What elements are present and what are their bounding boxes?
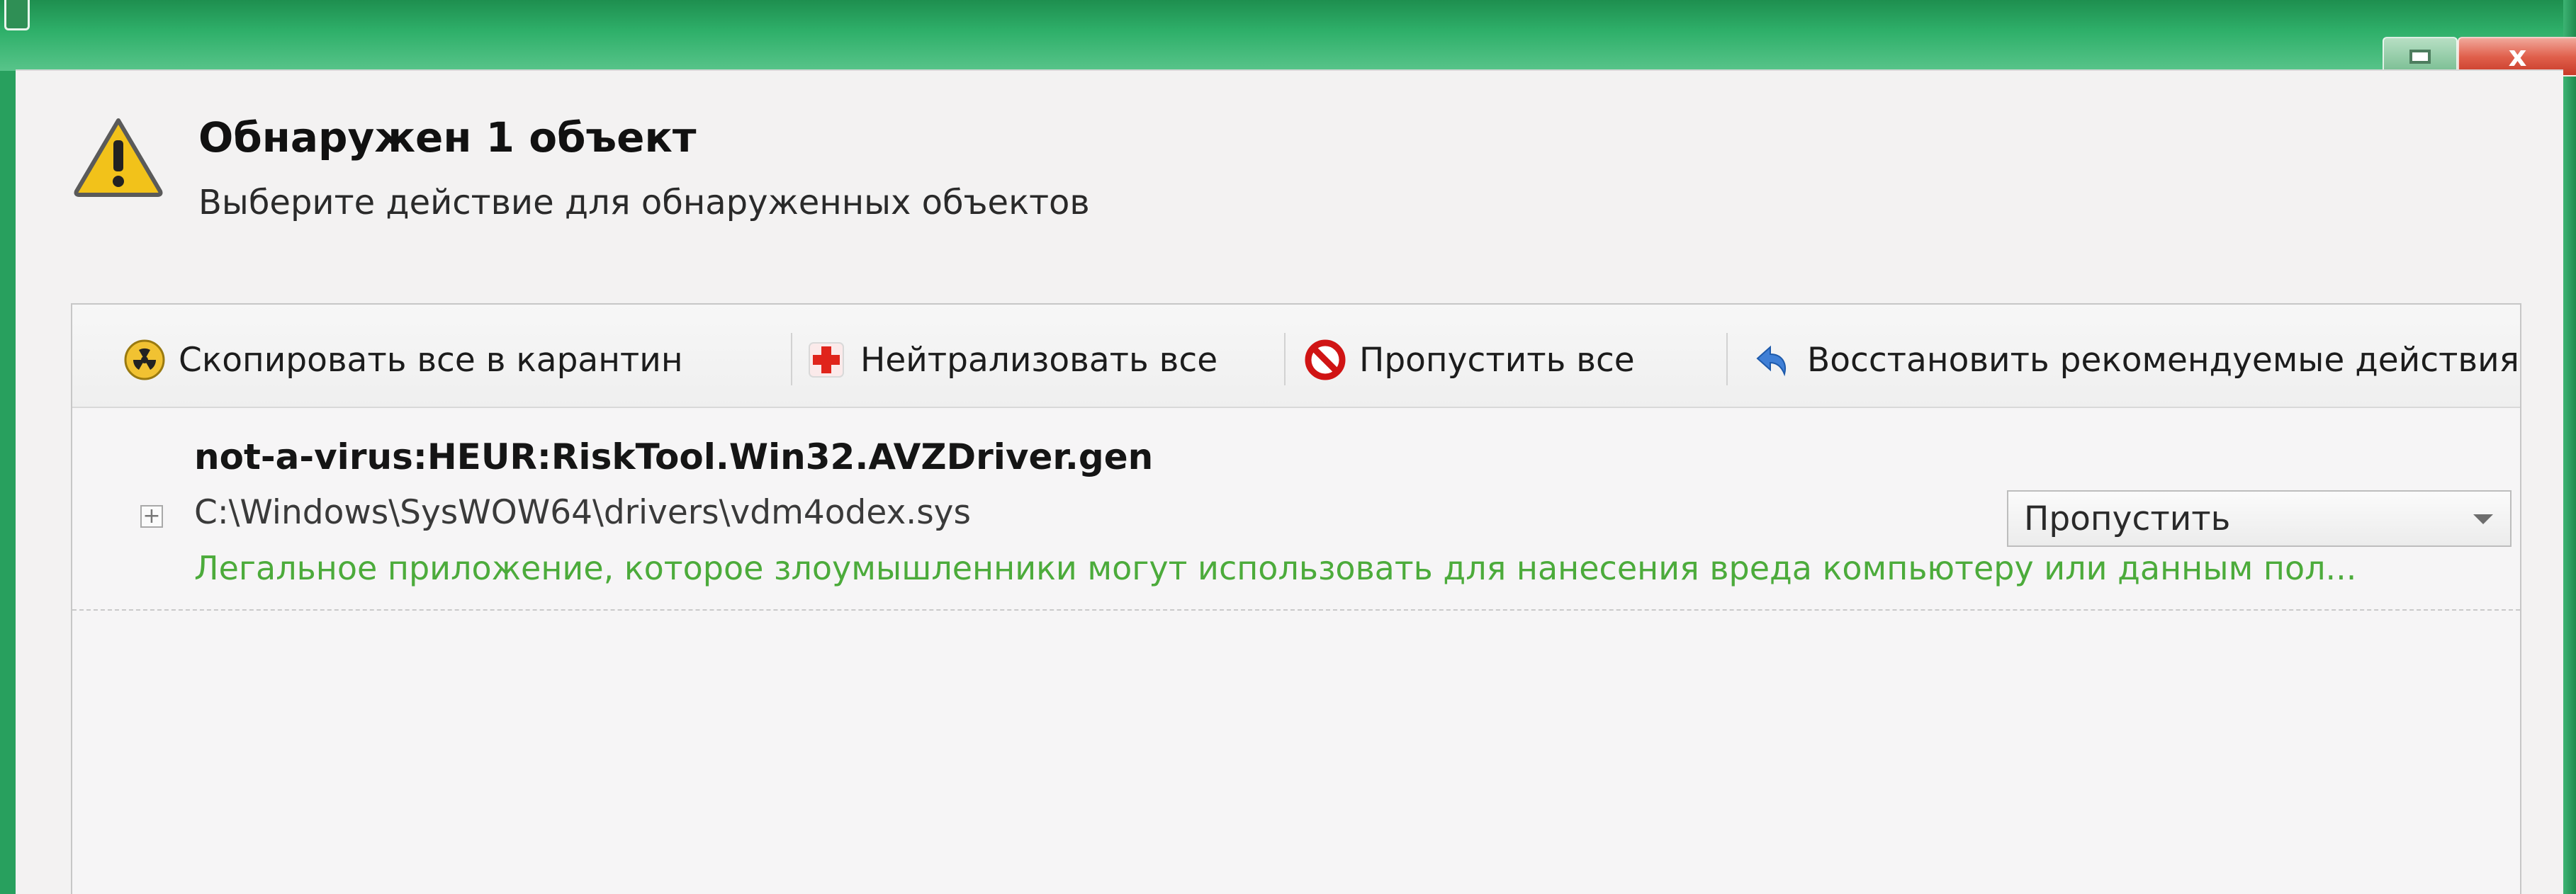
threat-file-path: C:\Windows\SysWOW64\drivers\vdm4odex.sys <box>194 493 971 532</box>
dialog-subtitle: Выберите действие для обнаруженных объек… <box>198 183 1090 222</box>
window-title-bar <box>0 0 2576 71</box>
close-icon: x <box>2508 40 2527 73</box>
plus-icon: + <box>142 504 161 528</box>
skip-all-label: Пропустить все <box>1359 340 1635 380</box>
threat-action-dropdown[interactable]: Пропустить <box>2007 490 2512 547</box>
undo-arrow-icon <box>1756 345 1786 377</box>
restore-recommended-label: Восстановить рекомендуемые действия <box>1807 340 2519 380</box>
toolbar-separator <box>1284 333 1286 385</box>
quarantine-all-label: Скопировать все в карантин <box>179 340 683 380</box>
restore-icon <box>2409 50 2431 64</box>
radiation-icon <box>124 339 165 380</box>
app-icon <box>4 0 30 30</box>
warning-icon <box>74 118 163 197</box>
chevron-down-icon <box>2473 514 2493 524</box>
threat-description: Легальное приложение, которое злоумышлен… <box>194 549 2357 587</box>
toolbar-separator <box>791 333 792 385</box>
threat-name[interactable]: not-a-virus:HEUR:RiskTool.Win32.AVZDrive… <box>194 436 1153 477</box>
toolbar-separator <box>1726 333 1728 385</box>
quarantine-all-button[interactable]: Скопировать все в карантин <box>123 332 683 388</box>
red-cross-icon <box>809 342 844 378</box>
dialog-client-area: Обнаружен 1 объект Выберите действие для… <box>16 69 2563 894</box>
skip-all-button[interactable]: Пропустить все <box>1304 332 1635 388</box>
expand-toggle[interactable]: + <box>140 505 163 528</box>
prohibited-icon <box>1305 339 1346 380</box>
restore-recommended-button[interactable]: Восстановить рекомендуемые действия <box>1752 332 2519 388</box>
actions-toolbar: Скопировать все в карантин Нейтрализоват… <box>72 305 2520 408</box>
neutralize-all-label: Нейтрализовать все <box>860 340 1218 380</box>
row-divider <box>72 609 2520 611</box>
neutralize-all-button[interactable]: Нейтрализовать все <box>805 332 1217 388</box>
dialog-title: Обнаружен 1 объект <box>198 113 697 162</box>
window-right-border <box>2563 0 2576 894</box>
threat-action-value: Пропустить <box>2024 499 2231 538</box>
detected-objects-panel: Скопировать все в карантин Нейтрализоват… <box>71 303 2521 894</box>
